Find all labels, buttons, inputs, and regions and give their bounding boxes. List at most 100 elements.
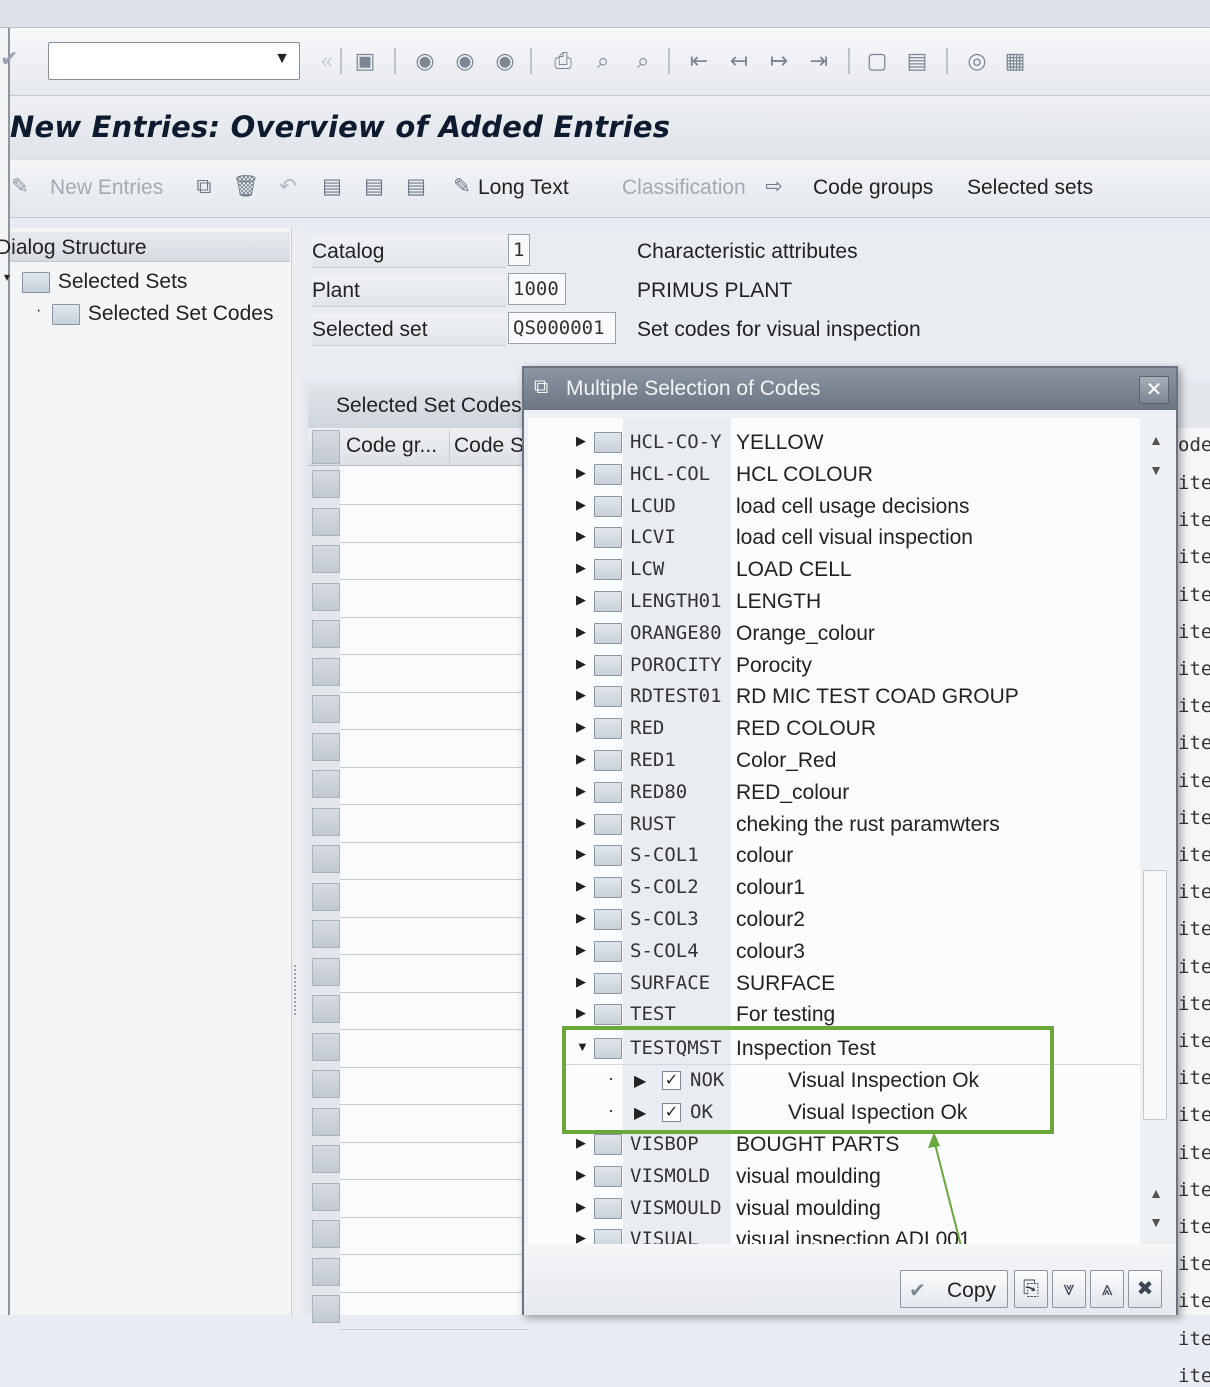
tree-node[interactable]: ▶ LCW LOAD CELL	[528, 555, 1140, 587]
exit-icon[interactable]: ◉	[450, 46, 480, 76]
scroll-down-icon[interactable]: ▼	[1146, 462, 1166, 478]
tree-node[interactable]: ▶ RED1 Color_Red	[528, 746, 1140, 778]
scroll-down-icon[interactable]: ▼	[1146, 1214, 1166, 1230]
enter-icon[interactable]: ✔	[0, 46, 22, 76]
last-page-icon[interactable]: ⇥	[804, 46, 834, 76]
expand-icon[interactable]: ▶	[576, 1167, 586, 1183]
tree-node[interactable]: ▶ ORANGE80 Orange_colour	[528, 619, 1140, 651]
tree-node[interactable]: ▶ RED RED COLOUR	[528, 714, 1140, 746]
first-page-icon[interactable]: ⇤	[684, 46, 714, 76]
dialog-title-bar[interactable]: ⧉ Multiple Selection of Codes	[524, 368, 1176, 410]
expand-icon[interactable]: ▶	[576, 592, 586, 608]
new-session-icon[interactable]: ▢	[862, 46, 892, 76]
undo-change-icon[interactable]: ↶	[274, 172, 302, 202]
row-selector[interactable]	[312, 507, 340, 536]
cancel-icon[interactable]: ✖	[1128, 1270, 1162, 1308]
tree-node[interactable]: ▶ S-COL3 colour2	[528, 905, 1140, 937]
collapse-all-icon[interactable]: ⩓	[1090, 1270, 1124, 1308]
expand-icon[interactable]: ▶	[576, 1135, 586, 1151]
tree-expand-icon[interactable]: ▾	[4, 270, 10, 284]
tree-node[interactable]: ▶ VISBOP BOUGHT PARTS	[528, 1130, 1140, 1162]
row-selector[interactable]	[312, 807, 340, 836]
row-selector[interactable]	[312, 470, 340, 498]
expand-icon[interactable]: ▶	[576, 433, 586, 449]
catalog-field[interactable]: 1	[508, 234, 530, 266]
next-page-icon[interactable]: ↦	[764, 46, 794, 76]
expand-icon[interactable]: ▶	[576, 878, 586, 894]
expand-icon[interactable]: ▶	[576, 1005, 586, 1021]
row-selector[interactable]	[312, 1145, 340, 1173]
tree-node[interactable]: ▶ VISMOULD visual moulding	[528, 1194, 1140, 1226]
row-selector[interactable]	[312, 620, 340, 648]
expand-icon[interactable]: ▶	[576, 751, 586, 767]
long-text-button[interactable]: Long Text	[478, 176, 569, 200]
tree-node[interactable]: ▶ VISMOLD visual moulding	[528, 1162, 1140, 1194]
expand-icon[interactable]: ▶	[576, 497, 586, 513]
delete-icon[interactable]: 🗑	[232, 172, 260, 202]
row-selector[interactable]	[312, 1295, 340, 1323]
row-selector[interactable]	[312, 770, 340, 798]
long-text-icon[interactable]: ✎	[448, 172, 476, 202]
tree-scrollbar[interactable]	[1140, 418, 1172, 1244]
selected-sets-button[interactable]: Selected sets	[967, 176, 1093, 200]
selected-set-field[interactable]: QS000001	[508, 312, 616, 344]
expand-icon[interactable]: ▶	[576, 687, 586, 703]
code-groups-button[interactable]: Code groups	[813, 176, 933, 200]
find-icon[interactable]: ⌕	[588, 46, 618, 76]
expand-icon[interactable]: ▶	[576, 656, 586, 672]
row-selector[interactable]	[312, 1107, 340, 1136]
row-selector[interactable]	[312, 1032, 340, 1061]
row-selector[interactable]	[312, 695, 340, 723]
tree-node[interactable]: ▶ SURFACE SURFACE	[528, 969, 1140, 1001]
row-selector[interactable]	[312, 732, 340, 761]
display-change-icon[interactable]: ✎	[6, 172, 34, 202]
row-selector[interactable]	[312, 1070, 340, 1098]
row-selector[interactable]	[312, 845, 340, 873]
row-selector[interactable]	[312, 1182, 340, 1211]
command-field[interactable]	[48, 42, 300, 80]
copy-button[interactable]: ✔ Copy	[900, 1270, 1008, 1308]
expand-icon[interactable]: ▶	[576, 560, 586, 576]
row-selector[interactable]	[312, 545, 340, 573]
shortcut-icon[interactable]: ▤	[902, 46, 932, 76]
plant-field[interactable]: 1000	[508, 273, 566, 305]
selected-set-codes-node[interactable]: Selected Set Codes	[52, 302, 273, 326]
tree-node[interactable]: ▶ POROCITY Porocity	[528, 651, 1140, 683]
customize-layout-icon[interactable]: ▦	[1000, 46, 1030, 76]
scroll-up-icon[interactable]: ▲	[1146, 432, 1166, 448]
expand-icon[interactable]: ▶	[576, 624, 586, 640]
expand-icon[interactable]: ▶	[576, 783, 586, 799]
tree-node[interactable]: ▶ LENGTH01 LENGTH	[528, 587, 1140, 619]
print-icon[interactable]: ⎙	[548, 46, 578, 76]
tree-node[interactable]: ▶ RED80 RED_colour	[528, 778, 1140, 810]
expand-icon[interactable]: ▶	[576, 815, 586, 831]
expand-all-icon[interactable]: ⩔	[1052, 1270, 1086, 1308]
expand-icon[interactable]: ▶	[576, 846, 586, 862]
row-selector[interactable]	[312, 957, 340, 986]
splitter-grip-icon[interactable]	[294, 965, 300, 1015]
row-selector[interactable]	[312, 882, 340, 911]
previous-page-icon[interactable]: ↤	[724, 46, 754, 76]
row-selector[interactable]	[312, 582, 340, 611]
back-icon[interactable]: «	[312, 46, 342, 76]
classification-button[interactable]: Classification	[622, 176, 746, 200]
save-icon[interactable]: ▣	[350, 46, 380, 76]
deselect-all-icon[interactable]: ▤	[402, 172, 430, 202]
expand-icon[interactable]: ▶	[576, 942, 586, 958]
expand-icon[interactable]: ▶	[576, 1199, 586, 1215]
tree-node[interactable]: ▶ LCUD load cell usage decisions	[528, 492, 1140, 524]
row-selector[interactable]	[312, 995, 340, 1023]
selected-sets-node[interactable]: Selected Sets	[22, 270, 187, 294]
tree-node[interactable]: ▶ HCL-CO-Y YELLOW	[528, 428, 1140, 460]
back-nav-icon[interactable]: ◉	[410, 46, 440, 76]
command-field-dropdown-icon[interactable]: ▼	[270, 50, 294, 72]
new-entries-button[interactable]: New Entries	[50, 176, 163, 200]
row-selector[interactable]	[312, 657, 340, 686]
scroll-up-icon[interactable]: ▲	[1146, 1185, 1166, 1201]
pane-splitter[interactable]	[292, 228, 302, 1315]
expand-icon[interactable]: ▶	[576, 719, 586, 735]
tree-node[interactable]: ▶ RUST cheking the rust paramwters	[528, 810, 1140, 842]
row-selector[interactable]	[312, 1257, 340, 1286]
tree-node[interactable]: ▶ RDTEST01 RD MIC TEST COAD GROUP	[528, 682, 1140, 714]
select-block-icon[interactable]: ▤	[360, 172, 388, 202]
